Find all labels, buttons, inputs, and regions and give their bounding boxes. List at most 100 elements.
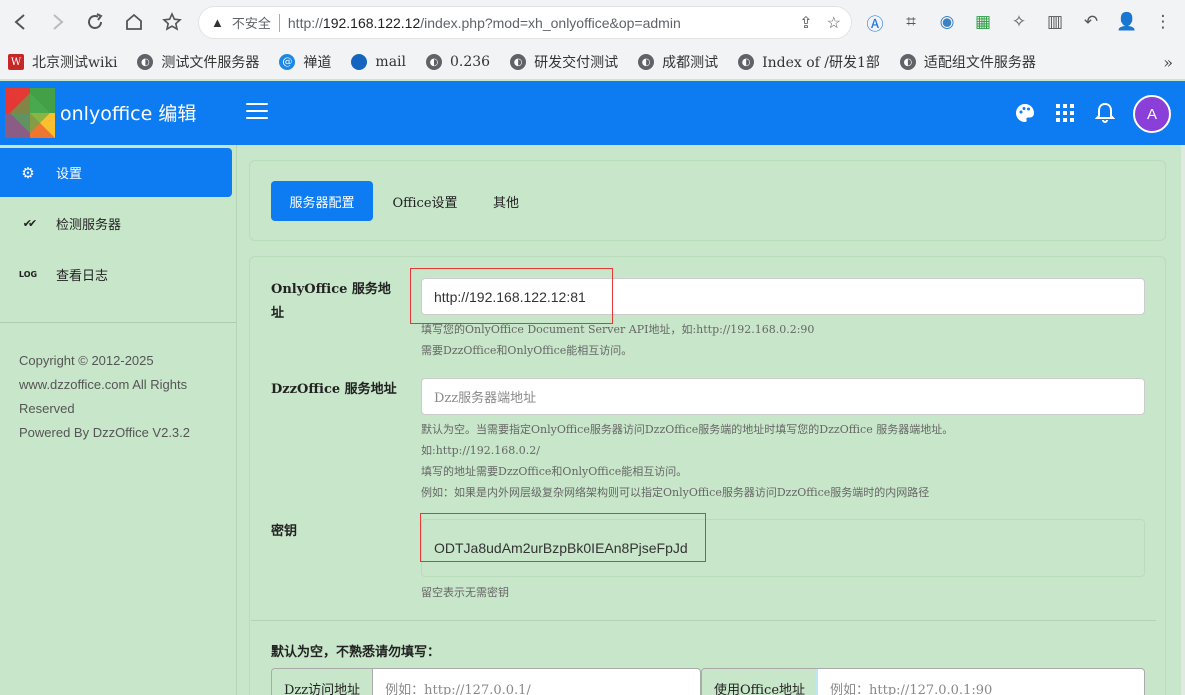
copyright-text: Copyright © 2012-2025 www.dzzoffice.com …	[19, 349, 219, 445]
bookmark-label: mail	[375, 54, 406, 70]
sidebar-item-label: 检测服务器	[56, 218, 122, 233]
help-line: 填写的地址需要DzzOffice和OnlyOffice能相互访问。	[421, 465, 688, 478]
bookmark-star-icon[interactable]	[153, 3, 191, 41]
highlight-box	[410, 268, 613, 324]
url-host: 192.168.122.12	[322, 14, 421, 31]
sidebar-divider	[0, 322, 236, 323]
copyright-line: www.dzzoffice.com All Rights	[19, 377, 188, 392]
profile-icon[interactable]: 👤	[1114, 8, 1140, 36]
logo-icon	[5, 88, 55, 138]
apps-grid-icon[interactable]	[1053, 101, 1077, 125]
app-title: onlyoffice 编辑	[60, 103, 197, 125]
tab-server-config[interactable]: 服务器配置	[271, 181, 373, 221]
secret-help: 留空表示无需密钥	[421, 586, 509, 599]
address-bar[interactable]: ▲ 不安全 http://192.168.122.12/index.php?mo…	[198, 6, 852, 39]
bell-icon[interactable]	[1093, 101, 1117, 125]
qr-extension-icon[interactable]: ▦	[970, 8, 996, 36]
avatar[interactable]: A	[1133, 95, 1171, 133]
app-header: onlyoffice 编辑	[0, 81, 1185, 145]
url-path: /index.php?mod=xh_onlyoffice&op=admin	[420, 14, 681, 31]
onlyoffice-url-help: 填写您的OnlyOffice Document Server API地址，如:h…	[421, 319, 814, 361]
crop-icon[interactable]: ⌗	[898, 8, 924, 36]
bookmark-label: 禅道	[303, 55, 332, 71]
tab-office-settings[interactable]: Office设置	[380, 181, 470, 221]
help-line: 填写您的OnlyOffice Document Server API地址，如:h…	[421, 323, 815, 336]
globe-icon: ◐	[137, 54, 154, 70]
globe-icon: ◐	[638, 54, 655, 70]
bookmark-item[interactable]: ◐ 研发交付测试	[510, 52, 618, 72]
form-divider	[251, 620, 1156, 621]
sidebar-icon[interactable]: ▥	[1042, 8, 1068, 36]
ai-extension-icon[interactable]: Ⓐ	[862, 8, 888, 36]
star-icon[interactable]: ☆	[827, 13, 841, 33]
advanced-section-title: 默认为空，不熟悉请勿填写：	[271, 645, 441, 660]
sidebar-item-settings[interactable]: ⚙ 设置	[0, 148, 232, 197]
onlyoffice-url-label: OnlyOffice 服务地址	[271, 282, 391, 321]
help-line: 如:http://192.168.0.2/	[421, 444, 540, 457]
dzz-access-group: Dzz访问地址 例如：http://127.0.0.1/	[271, 668, 701, 695]
bookmark-label: 测试文件服务器	[161, 55, 260, 71]
help-line: 例如：如果是内外网层级复杂网络架构则可以指定OnlyOffice服务器访问Dzz…	[421, 486, 930, 499]
bookmark-label: 0.236	[450, 54, 491, 70]
bookmark-item[interactable]: ◐ 适配组文件服务器	[899, 52, 1036, 72]
tabs-card: 服务器配置 Office设置 其他	[249, 160, 1166, 241]
extensions-icon[interactable]: ✧	[1006, 8, 1032, 36]
reload-icon[interactable]	[76, 3, 114, 41]
copyright-line: Copyright © 2012-2025	[19, 353, 154, 368]
bookmark-label: 北京测试wiki	[32, 55, 118, 71]
tab-other[interactable]: 其他	[478, 181, 534, 221]
office-use-group: 使用Office地址 例如：http://127.0.0.1:90	[701, 668, 1145, 695]
help-line: 需要DzzOffice和OnlyOffice能相互访问。	[421, 344, 633, 357]
bookmark-label: 适配组文件服务器	[923, 55, 1036, 71]
bookmark-item[interactable]: ◐ 0.236	[426, 54, 490, 70]
dzz-access-input[interactable]: 例如：http://127.0.0.1/	[373, 669, 700, 695]
secret-label: 密钥	[271, 524, 298, 539]
bookmark-item[interactable]: W 北京测试wiki	[8, 52, 117, 72]
globe-icon: ◐	[738, 54, 755, 70]
bookmarks-more-button[interactable]: »	[1163, 53, 1173, 72]
dzz-access-label: Dzz访问地址	[272, 669, 374, 695]
bookmark-item[interactable]: @ 禅道	[279, 52, 331, 72]
office-use-label: 使用Office地址	[702, 669, 819, 695]
share-icon[interactable]: ⇪	[799, 13, 812, 33]
dzzoffice-url-help: 默认为空。当需要指定OnlyOffice服务器访问DzzOffice服务端的地址…	[421, 419, 953, 503]
mail-icon	[351, 54, 368, 70]
log-icon: LOG	[18, 270, 38, 279]
bookmark-label: 成都测试	[662, 55, 719, 71]
url-prefix: http://	[287, 14, 323, 31]
palette-icon[interactable]	[1013, 101, 1037, 125]
warning-icon: ▲	[211, 15, 224, 30]
insecure-label: 不安全	[231, 16, 271, 31]
sidebar-item-label: 设置	[56, 167, 83, 182]
bookmark-item[interactable]: ◐ Index of /研发1部	[738, 52, 880, 72]
page-scrollbar[interactable]	[1181, 145, 1185, 695]
bookmark-item[interactable]: mail	[351, 54, 406, 70]
gear-icon: ⚙	[21, 163, 35, 182]
help-line: 默认为空。当需要指定OnlyOffice服务器访问DzzOffice服务端的地址…	[421, 423, 954, 436]
dzzoffice-url-input[interactable]: Dzz服务器端地址	[421, 378, 1145, 415]
check-double-icon: ✔✔	[22, 217, 37, 230]
wiki-icon: W	[8, 54, 24, 70]
menu-icon[interactable]: ⋮	[1150, 8, 1176, 36]
browser-toolbar: ▲ 不安全 http://192.168.122.12/index.php?mo…	[0, 0, 1185, 45]
office-use-input[interactable]: 例如：http://127.0.0.1:90	[818, 669, 1144, 695]
globe-icon: ◐	[899, 54, 916, 70]
sidebar-item-view-log[interactable]: LOG 查看日志	[0, 250, 232, 299]
url-separator	[278, 13, 280, 32]
bookmark-item[interactable]: ◐ 测试文件服务器	[137, 52, 259, 72]
highlight-box	[420, 513, 706, 562]
record-icon[interactable]: ◉	[934, 8, 960, 36]
dzzoffice-url-label: DzzOffice 服务地址	[271, 382, 397, 397]
globe-icon: ◐	[510, 54, 527, 70]
bookmark-label: 研发交付测试	[534, 55, 619, 71]
sidebar: ⚙ 设置 ✔✔ 检测服务器 LOG 查看日志 Copyright © 2012-…	[0, 145, 237, 695]
bookmark-item[interactable]: ◐ 成都测试	[638, 52, 718, 72]
copyright-line: Powered By DzzOffice V2.3.2	[19, 425, 191, 440]
sidebar-item-check-server[interactable]: ✔✔ 检测服务器	[0, 199, 232, 248]
back-icon[interactable]	[2, 3, 40, 41]
forward-icon[interactable]	[38, 3, 76, 41]
menu-toggle-icon[interactable]	[246, 103, 268, 121]
copyright-line: Reserved	[19, 401, 75, 416]
undo-icon[interactable]: ↶	[1078, 8, 1104, 36]
home-icon[interactable]	[115, 3, 153, 41]
